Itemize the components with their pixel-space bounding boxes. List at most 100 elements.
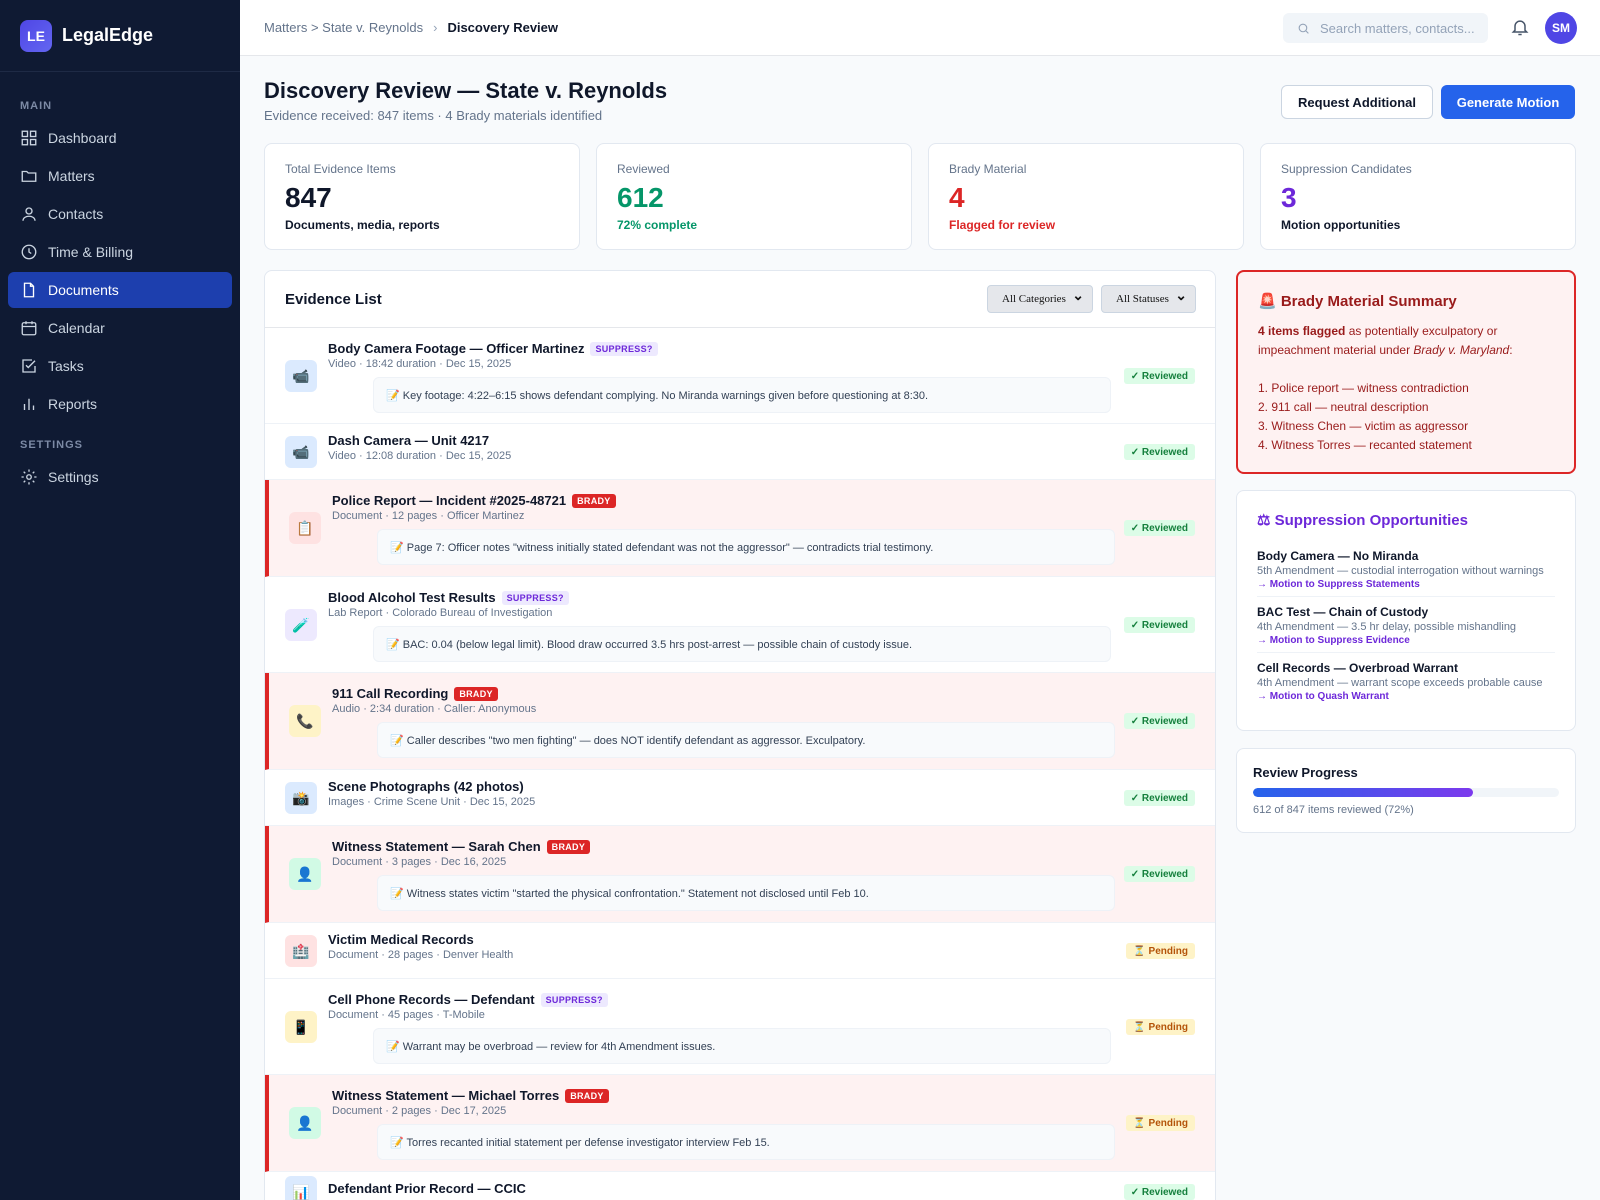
status-badge-pending: ⏳ Pending xyxy=(1126,1115,1195,1131)
nav-section-main: MAIN xyxy=(20,100,53,112)
evidence-meta: Video · 18:42 duration · Dec 15, 2025 xyxy=(328,358,512,370)
evidence-meta: Document · 2 pages · Dec 17, 2025 xyxy=(332,1105,507,1117)
evidence-row[interactable]: 📸 Scene Photographs (42 photos) Images · C… xyxy=(265,770,1215,826)
evidence-rows: 📹 Body Camera Footage — Officer Martinez S… xyxy=(265,328,1215,1200)
suppression-item: BAC Test — Chain of Custody 4th Amendmen… xyxy=(1257,597,1555,653)
evidence-type-icon: 🏥 xyxy=(285,935,317,967)
brady-summary-list: 1. Police report — witness contradiction… xyxy=(1258,379,1554,455)
evidence-row[interactable]: 📊 Defendant Prior Record — CCIC ✓ Reviewed xyxy=(265,1172,1215,1200)
review-progress-card: Review Progress 612 of 847 items reviewe… xyxy=(1236,748,1576,833)
brady-summary-item: 1. Police report — witness contradiction xyxy=(1258,381,1469,395)
stat-label: Brady Material xyxy=(949,162,1027,176)
breadcrumb-path[interactable]: Matters > State v. Reynolds xyxy=(264,20,423,35)
breadcrumb-separator: › xyxy=(433,20,438,35)
sidebar: LE LegalEdge MAIN Dashboard Matters Cont… xyxy=(0,0,240,1200)
suppress-badge: SUPPRESS? xyxy=(590,341,658,356)
page-subtitle: Evidence received: 847 items · 4 Brady m… xyxy=(264,108,603,123)
sidebar-item-dashboard[interactable]: Dashboard xyxy=(8,120,232,156)
stat-desc: 72% complete xyxy=(617,218,698,232)
grid-icon xyxy=(21,130,37,146)
generate-motion-button[interactable]: Generate Motion xyxy=(1441,85,1575,119)
avatar[interactable]: SM xyxy=(1545,12,1577,44)
evidence-title-text: Cell Phone Records — Defendant xyxy=(328,992,535,1007)
evidence-row[interactable]: 📹 Dash Camera — Unit 4217 Video · 12:08 du… xyxy=(265,424,1215,480)
evidence-title-text: Dash Camera — Unit 4217 xyxy=(328,433,490,448)
evidence-type-icon: 📞 xyxy=(289,705,321,737)
sidebar-item-contacts[interactable]: Contacts xyxy=(8,196,232,232)
evidence-note: 📝 Torres recanted initial statement per … xyxy=(377,1124,1115,1160)
calendar-icon xyxy=(21,321,37,336)
folder-icon xyxy=(21,170,37,182)
suppression-item-title: Cell Records — Overbroad Warrant xyxy=(1257,661,1458,675)
brand[interactable]: LE LegalEdge xyxy=(0,0,240,72)
stat-value: 4 xyxy=(949,182,965,213)
evidence-meta: Document · 3 pages · Dec 16, 2025 xyxy=(332,856,507,868)
evidence-title-text: Police Report — Incident #2025-48721 xyxy=(332,493,567,508)
suppression-item-desc: 4th Amendment — warrant scope exceeds pr… xyxy=(1257,677,1543,689)
evidence-title: 911 Call Recording BRADY xyxy=(332,686,498,701)
evidence-title-text: 911 Call Recording xyxy=(332,686,449,701)
brand-name: LegalEdge xyxy=(62,25,154,45)
evidence-meta: Images · Crime Scene Unit · Dec 15, 2025 xyxy=(328,796,536,808)
evidence-list-title: Evidence List xyxy=(285,290,382,308)
evidence-row[interactable]: 📋 Police Report — Incident #2025-48721 BRA… xyxy=(265,480,1215,577)
evidence-row[interactable]: 📞 911 Call Recording BRADY Audio · 2:34 dur… xyxy=(265,673,1215,770)
suppression-item: Body Camera — No Miranda 5th Amendment —… xyxy=(1257,541,1555,597)
evidence-meta: Video · 12:08 duration · Dec 15, 2025 xyxy=(328,450,512,462)
checkbox-icon xyxy=(22,359,36,373)
category-filter-value: All Categories xyxy=(1002,293,1066,305)
evidence-title-text: Victim Medical Records xyxy=(328,932,474,947)
brady-badge: BRADY xyxy=(546,839,591,854)
status-badge-pending: ⏳ Pending xyxy=(1126,943,1195,959)
sidebar-item-documents[interactable]: Documents xyxy=(8,272,232,308)
evidence-note: 📝 Caller describes "two men fighting" — … xyxy=(377,722,1115,758)
brady-badge: BRADY xyxy=(572,493,616,508)
evidence-title-text: Body Camera Footage — Officer Martinez xyxy=(328,341,585,356)
sidebar-item-reports[interactable]: Reports xyxy=(8,386,232,422)
status-filter-select[interactable]: All Statuses xyxy=(1101,285,1196,313)
evidence-type-icon: 👤 xyxy=(289,1107,321,1139)
evidence-note: 📝 BAC: 0.04 (below legal limit). Blood d… xyxy=(373,626,1111,662)
user-icon xyxy=(22,207,36,221)
review-progress-bar xyxy=(1253,788,1559,797)
notifications-button[interactable] xyxy=(1510,17,1530,37)
evidence-title-text: Scene Photographs (42 photos) xyxy=(328,779,524,794)
evidence-title: Cell Phone Records — Defendant SUPPRESS? xyxy=(328,992,608,1007)
sidebar-item-tasks[interactable]: Tasks xyxy=(8,348,232,384)
sidebar-item-label: Documents xyxy=(48,282,119,298)
sidebar-item-calendar[interactable]: Calendar xyxy=(8,310,232,346)
search-input[interactable]: Search matters, contacts... xyxy=(1283,13,1488,43)
evidence-row[interactable]: 🏥 Victim Medical Records Document · 28 pag… xyxy=(265,923,1215,979)
evidence-row[interactable]: 📹 Body Camera Footage — Officer Martinez S… xyxy=(265,328,1215,424)
suppression-item-action-link[interactable]: → Motion to Suppress Evidence xyxy=(1257,635,1555,646)
bell-icon xyxy=(1511,20,1529,36)
sidebar-item-matters[interactable]: Matters xyxy=(8,158,232,194)
review-progress-text: 612 of 847 items reviewed (72%) xyxy=(1253,804,1414,816)
sidebar-item-label: Calendar xyxy=(48,320,105,336)
request-additional-button[interactable]: Request Additional xyxy=(1281,85,1433,119)
status-badge-reviewed: ✓ Reviewed xyxy=(1123,1184,1195,1200)
brady-summary-item: 4. Witness Torres — recanted statement xyxy=(1258,438,1472,452)
stat-value: 3 xyxy=(1281,182,1297,213)
search-icon xyxy=(1298,23,1309,34)
stat-card-suppression: Suppression Candidates 3 Motion opportun… xyxy=(1260,143,1576,250)
evidence-title: Scene Photographs (42 photos) xyxy=(328,779,524,794)
sidebar-item-settings[interactable]: Settings xyxy=(8,459,232,495)
stat-label: Suppression Candidates xyxy=(1281,162,1412,176)
evidence-row[interactable]: 🧪 Blood Alcohol Test Results SUPPRESS? Lab … xyxy=(265,577,1215,673)
evidence-meta: Document · 45 pages · T-Mobile xyxy=(328,1009,485,1021)
evidence-row[interactable]: 📱 Cell Phone Records — Defendant SUPPRESS?… xyxy=(265,979,1215,1075)
evidence-row[interactable]: 👤 Witness Statement — Michael Torres BRADY… xyxy=(265,1075,1215,1172)
category-filter-select[interactable]: All Categories xyxy=(987,285,1093,313)
suppression-item-action-link[interactable]: → Motion to Quash Warrant xyxy=(1257,691,1555,702)
sidebar-item-time-billing[interactable]: Time & Billing xyxy=(8,234,232,270)
suppression-item-action-link[interactable]: → Motion to Suppress Statements xyxy=(1257,579,1555,590)
status-badge-reviewed: ✓ Reviewed xyxy=(1123,617,1195,633)
suppression-item-title: BAC Test — Chain of Custody xyxy=(1257,605,1429,619)
evidence-row[interactable]: 👤 Witness Statement — Sarah Chen BRADY Docu… xyxy=(265,826,1215,923)
stat-label: Reviewed xyxy=(617,162,670,176)
evidence-title-text: Witness Statement — Sarah Chen xyxy=(332,839,541,854)
evidence-meta: Document · 28 pages · Denver Health xyxy=(328,949,514,961)
suppression-opportunities-card: ⚖ Suppression Opportunities Body Camera … xyxy=(1236,490,1576,731)
sidebar-item-label: Matters xyxy=(48,168,95,184)
